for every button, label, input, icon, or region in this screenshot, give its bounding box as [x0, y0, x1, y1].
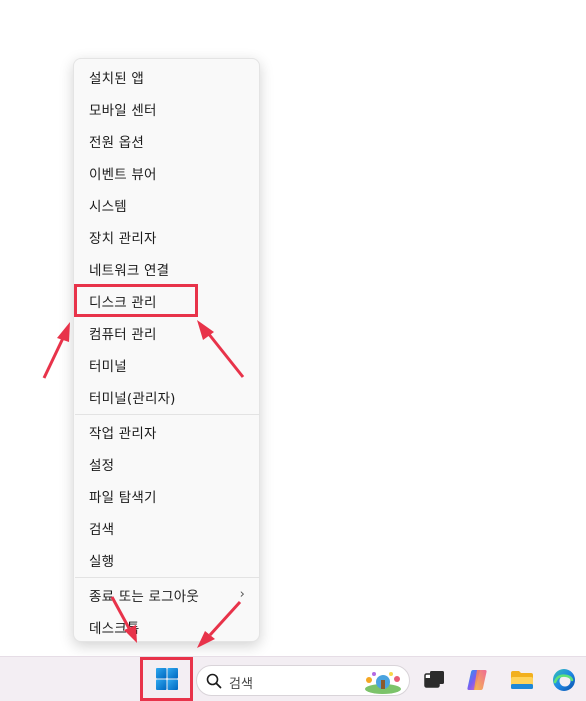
menu-item-power-options[interactable]: 전원 옵션: [74, 126, 259, 156]
menu-item-run[interactable]: 실행: [74, 545, 259, 575]
menu-item-label: 장치 관리자: [89, 231, 157, 247]
taskbar: 검색: [0, 656, 586, 701]
arrow-left-head: [57, 322, 70, 342]
menu-item-label: 실행: [89, 554, 115, 570]
menu-item-label: 파일 탐색기: [89, 490, 157, 506]
menu-item-label: 터미널(관리자): [89, 391, 176, 407]
menu-item-computer-management[interactable]: 컴퓨터 관리: [74, 318, 259, 348]
highlight-box: [74, 284, 198, 317]
menu-item-terminal[interactable]: 터미널: [74, 350, 259, 380]
windows-start-icon: [155, 668, 178, 690]
menu-item-label: 설치된 앱: [89, 71, 144, 87]
menu-item-label: 시스템: [89, 199, 127, 215]
menu-item-event-viewer[interactable]: 이벤트 뷰어: [74, 158, 259, 188]
menu-item-desktop[interactable]: 데스크톱: [74, 612, 259, 642]
search-highlight-decoration-icon: [365, 672, 401, 694]
copilot-icon[interactable]: [465, 667, 491, 693]
file-explorer-icon[interactable]: [509, 667, 535, 693]
menu-separator: [75, 577, 260, 578]
menu-item-system[interactable]: 시스템: [74, 190, 259, 220]
menu-item-label: 검색: [89, 522, 115, 538]
menu-item-file-explorer[interactable]: 파일 탐색기: [74, 481, 259, 511]
search-placeholder: 검색: [229, 677, 253, 692]
taskbar-search-box[interactable]: 검색: [196, 665, 410, 696]
menu-item-shutdown-signout[interactable]: 종료 또는 로그아웃 ›: [74, 580, 259, 610]
menu-item-installed-apps[interactable]: 설치된 앱: [74, 62, 259, 92]
menu-item-settings[interactable]: 설정: [74, 449, 259, 479]
menu-item-mobility-center[interactable]: 모바일 센터: [74, 94, 259, 124]
menu-item-label: 모바일 센터: [89, 103, 157, 119]
start-button[interactable]: [140, 657, 193, 701]
menu-item-label: 네트워크 연결: [89, 263, 170, 279]
edge-icon[interactable]: [551, 667, 577, 693]
menu-item-label: 데스크톱: [89, 621, 140, 637]
menu-separator: [75, 414, 260, 415]
menu-item-label: 컴퓨터 관리: [89, 327, 157, 343]
arrow-left-line: [42, 335, 66, 379]
menu-item-label: 터미널: [89, 359, 127, 375]
menu-item-label: 전원 옵션: [89, 135, 144, 151]
menu-item-label: 이벤트 뷰어: [89, 167, 157, 183]
menu-item-search[interactable]: 검색: [74, 513, 259, 543]
menu-item-label: 종료 또는 로그아웃: [89, 589, 199, 605]
search-icon: [206, 673, 222, 689]
menu-item-task-manager[interactable]: 작업 관리자: [74, 417, 259, 447]
menu-item-terminal-admin[interactable]: 터미널(관리자): [74, 382, 259, 412]
menu-item-device-manager[interactable]: 장치 관리자: [74, 222, 259, 252]
chevron-right-icon: ›: [239, 587, 245, 602]
task-view-icon[interactable]: [421, 667, 447, 693]
start-context-menu: 설치된 앱 모바일 센터 전원 옵션 이벤트 뷰어 시스템 장치 관리자 네트워…: [73, 58, 260, 642]
menu-item-network-connections[interactable]: 네트워크 연결: [74, 254, 259, 284]
menu-item-label: 작업 관리자: [89, 426, 157, 442]
menu-item-label: 설정: [89, 458, 115, 474]
